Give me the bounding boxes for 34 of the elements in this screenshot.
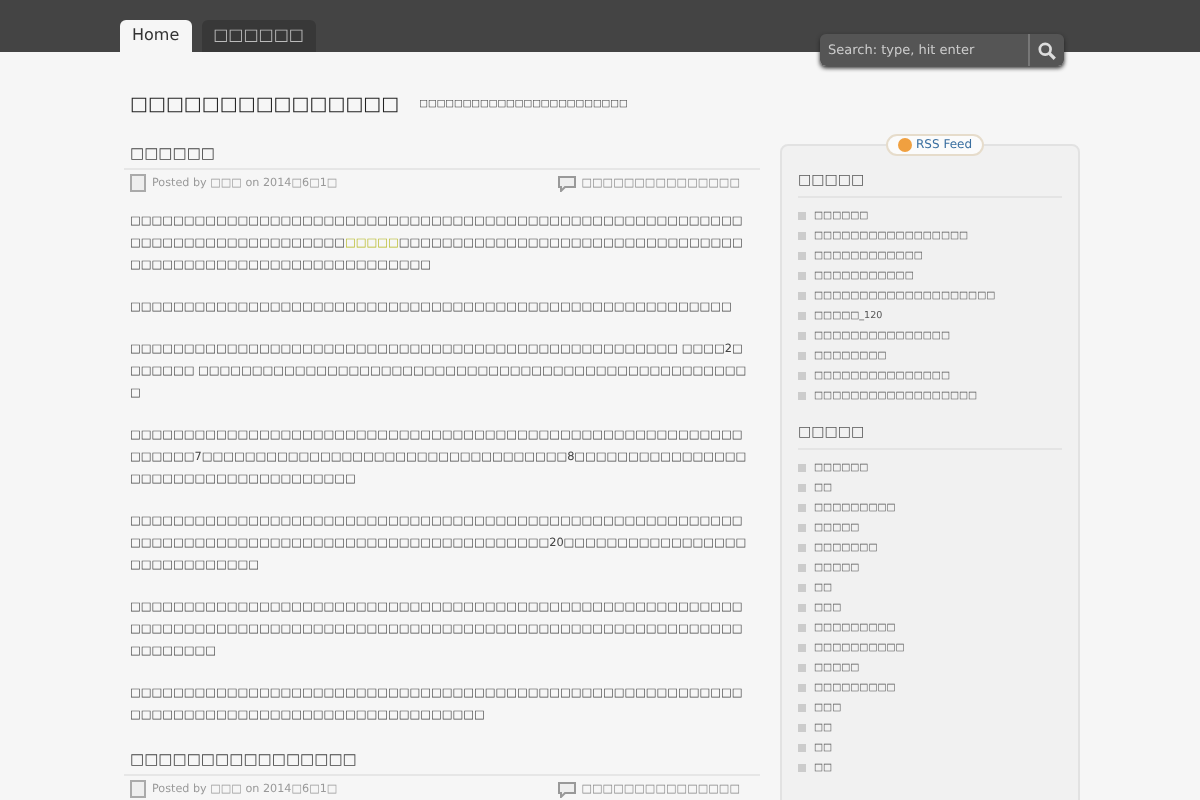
bullet-icon <box>798 392 806 400</box>
bullet-icon <box>798 724 806 732</box>
nav-tab[interactable]: Home <box>120 20 192 52</box>
site-title[interactable]: □□□□□□□□□□□□□□□ <box>130 93 400 115</box>
comment-icon <box>557 175 576 191</box>
bullet-icon <box>798 352 806 360</box>
bullet-icon <box>798 252 806 260</box>
bullet-icon <box>798 764 806 772</box>
bullet-icon <box>798 292 806 300</box>
nav-tab[interactable]: □□□□□□ <box>201 20 316 52</box>
document-icon <box>130 174 146 192</box>
bullet-icon <box>798 332 806 340</box>
bullet-icon <box>798 232 806 240</box>
bullet-icon <box>798 504 806 512</box>
rss-icon <box>898 138 912 152</box>
bullet-icon <box>798 564 806 572</box>
bullet-icon <box>798 524 806 532</box>
bullet-icon <box>798 644 806 652</box>
bullet-icon <box>798 744 806 752</box>
search-button[interactable] <box>1028 34 1064 66</box>
bullet-icon <box>798 664 806 672</box>
bullet-icon <box>798 272 806 280</box>
bullet-icon <box>798 372 806 380</box>
bullet-icon <box>798 684 806 692</box>
bullet-icon <box>798 312 806 320</box>
bullet-icon <box>798 464 806 472</box>
bullet-icon <box>798 544 806 552</box>
bullet-icon <box>798 624 806 632</box>
bullet-icon <box>798 584 806 592</box>
search-icon <box>1038 41 1056 59</box>
bullet-icon <box>798 604 806 612</box>
bullet-icon <box>798 484 806 492</box>
bullet-icon <box>798 704 806 712</box>
bullet-icon <box>798 212 806 220</box>
